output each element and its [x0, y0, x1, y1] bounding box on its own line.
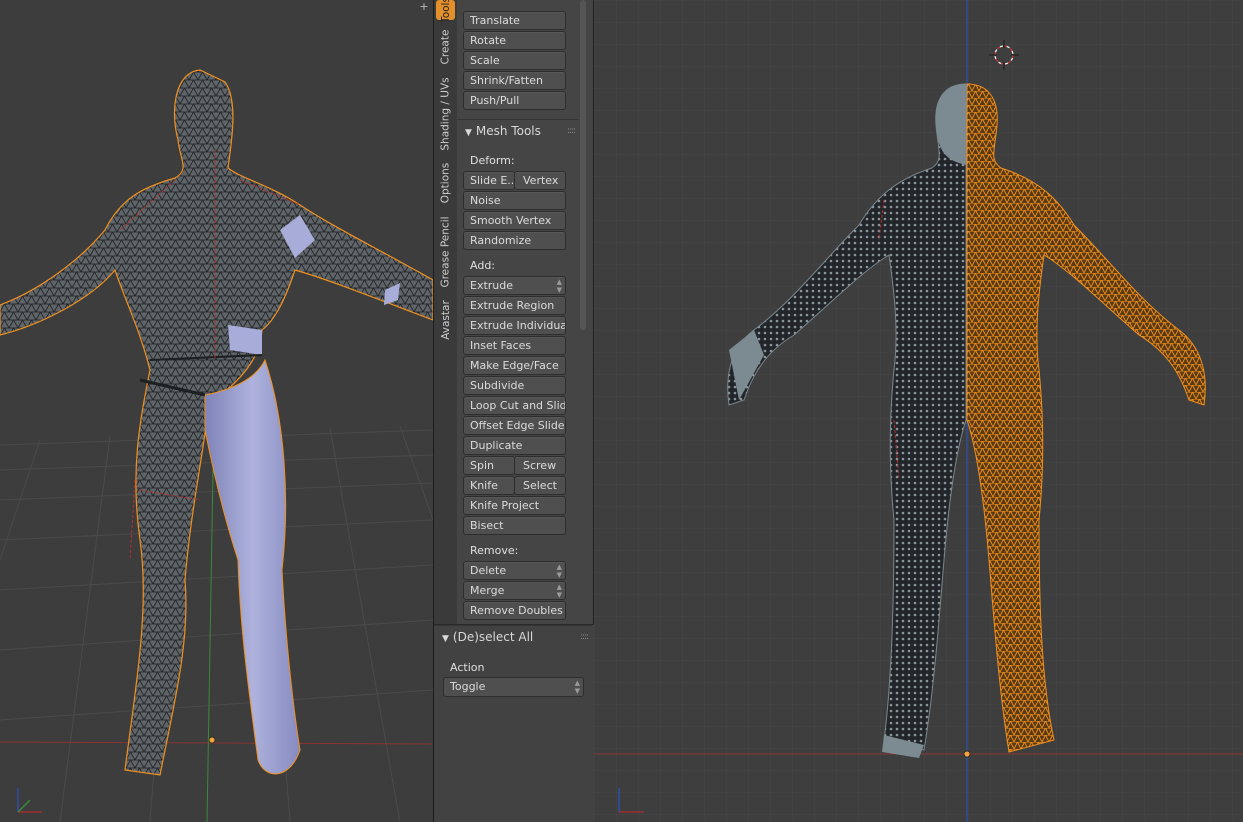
extrude-region-button[interactable]: Extrude Region	[463, 296, 566, 315]
operator-panel: ▼ (De)select All :::: Action Toggle ▲ ▼	[434, 624, 594, 822]
right-3d-viewport[interactable]	[594, 0, 1243, 822]
loop-cut-and-slide-button[interactable]: Loop Cut and Slide	[463, 396, 566, 415]
left-character-mesh	[0, 69, 433, 776]
tab-tools[interactable]: Tools	[436, 0, 455, 23]
smooth-vertex-button[interactable]: Smooth Vertex	[463, 211, 566, 230]
deform-label: Deform:	[470, 154, 515, 167]
shrink-fatten-button[interactable]: Shrink/Fatten	[463, 71, 566, 90]
screw-button[interactable]: Screw	[514, 456, 566, 475]
knife-select-button[interactable]: Select	[514, 476, 566, 495]
noise-button[interactable]: Noise	[463, 191, 566, 210]
collapse-triangle-icon: ▼	[442, 634, 449, 644]
updown-arrows-icon: ▲ ▼	[556, 278, 562, 294]
extrude-individual-button[interactable]: Extrude Individual	[463, 316, 566, 335]
tab-shading-uvs[interactable]: Shading / UVs	[436, 74, 455, 154]
spin-button[interactable]: Spin	[463, 456, 515, 475]
knife-button[interactable]: Knife	[463, 476, 515, 495]
slide-edge-button[interactable]: Slide E..	[463, 171, 515, 190]
right-viewport-canvas	[594, 0, 1243, 822]
tab-grease-pencil[interactable]: Grease Pencil	[436, 212, 455, 292]
extrude-dropdown[interactable]: Extrude ▲ ▼	[463, 276, 566, 295]
tab-avastar[interactable]: Avastar	[436, 296, 455, 344]
remove-label: Remove:	[470, 544, 519, 557]
make-edge-face-button[interactable]: Make Edge/Face	[463, 356, 566, 375]
action-select[interactable]: Toggle ▲ ▼	[443, 677, 584, 697]
collapse-triangle-icon: ▼	[465, 128, 472, 138]
left-3d-viewport[interactable]: +	[0, 0, 433, 822]
updown-arrows-icon: ▲ ▼	[574, 679, 580, 695]
panel-scrollbar[interactable]	[580, 0, 586, 330]
randomize-button[interactable]: Randomize	[463, 231, 566, 250]
drag-grip-icon[interactable]: ::::	[580, 626, 589, 648]
translate-button[interactable]: Translate	[463, 11, 566, 30]
push-pull-button[interactable]: Push/Pull	[463, 91, 566, 110]
inset-faces-button[interactable]: Inset Faces	[463, 336, 566, 355]
merge-dropdown[interactable]: Merge ▲ ▼	[463, 581, 566, 600]
bisect-button[interactable]: Bisect	[463, 516, 566, 535]
rotate-button[interactable]: Rotate	[463, 31, 566, 50]
tab-create[interactable]: Create	[436, 24, 455, 70]
offset-edge-slide-button[interactable]: Offset Edge Slide	[463, 416, 566, 435]
axis-gizmo-left	[17, 788, 42, 813]
deselect-all-header[interactable]: ▼ (De)select All ::::	[434, 625, 592, 647]
remove-doubles-button[interactable]: Remove Doubles	[463, 601, 566, 620]
updown-arrows-icon: ▲ ▼	[556, 583, 562, 599]
left-viewport-canvas	[0, 69, 433, 822]
delete-dropdown[interactable]: Delete ▲ ▼	[463, 561, 566, 580]
add-label: Add:	[470, 259, 496, 272]
blender-window: + Tools Create Shading / UVs Options Gre…	[0, 0, 1243, 822]
mesh-tools-header[interactable]: ▼ Mesh Tools ::::	[457, 119, 579, 141]
subdivide-button[interactable]: Subdivide	[463, 376, 566, 395]
action-label: Action	[450, 661, 485, 674]
updown-arrows-icon: ▲ ▼	[556, 563, 562, 579]
knife-project-button[interactable]: Knife Project	[463, 496, 566, 515]
scale-button[interactable]: Scale	[463, 51, 566, 70]
duplicate-button[interactable]: Duplicate	[463, 436, 566, 455]
tab-options[interactable]: Options	[436, 158, 455, 208]
drag-grip-icon[interactable]: ::::	[567, 120, 576, 142]
viewport-expand-icon[interactable]: +	[418, 1, 430, 13]
vertex-slide-button[interactable]: Vertex	[514, 171, 566, 190]
